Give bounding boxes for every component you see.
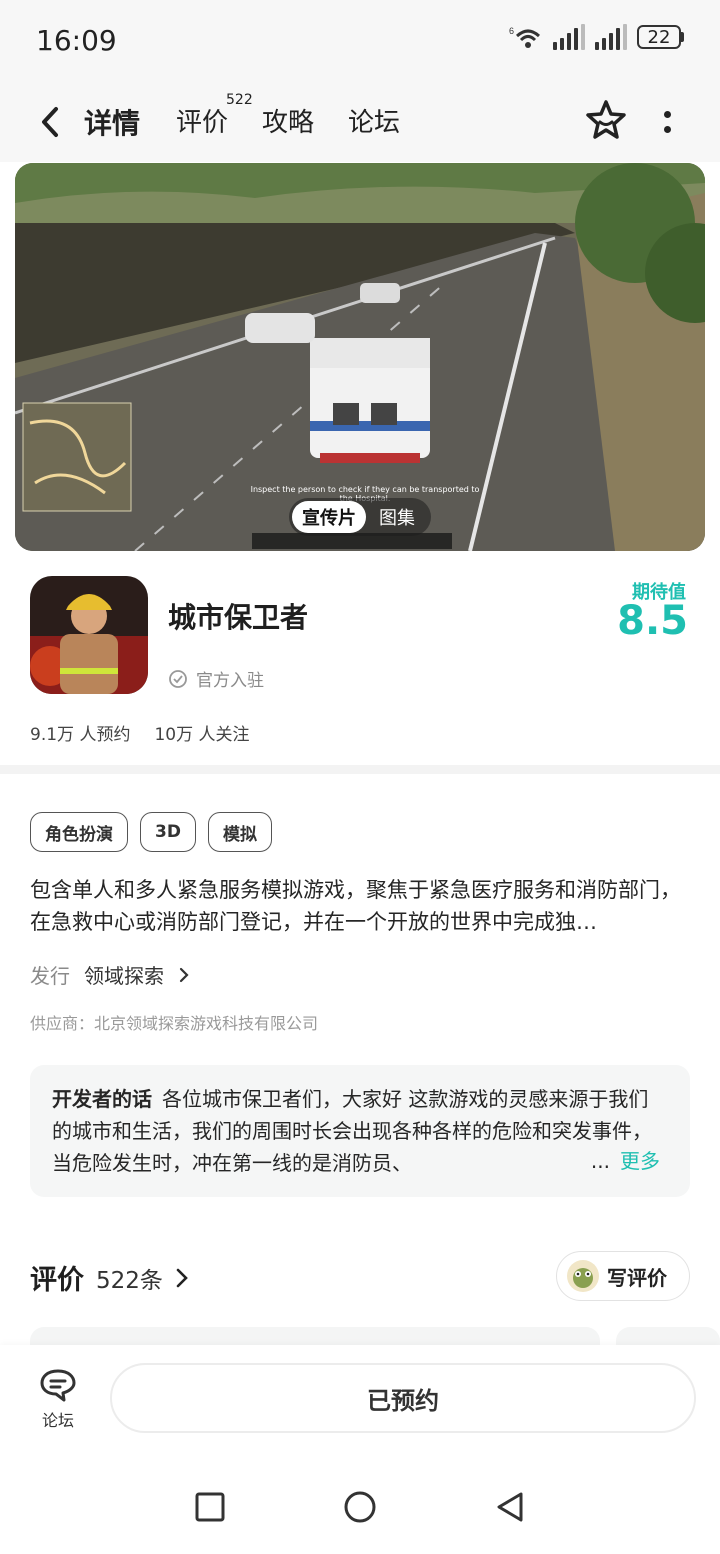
publisher-label: 发行 bbox=[30, 964, 70, 988]
bottom-action-bar: 论坛 已预约 bbox=[0, 1345, 720, 1455]
official-badge: 官方入驻 bbox=[168, 666, 264, 691]
write-review-button[interactable]: 写评价 bbox=[556, 1251, 690, 1301]
signal-icon-2 bbox=[595, 24, 627, 50]
favorite-button[interactable] bbox=[584, 98, 628, 142]
tab-details[interactable]: 详情 bbox=[82, 102, 143, 142]
developer-note-ellipsis: ... bbox=[584, 1145, 610, 1177]
reviews-count: 522条 bbox=[96, 1267, 163, 1294]
reservation-count: 9.1万 人预约 bbox=[30, 725, 131, 745]
tab-forum[interactable]: 论坛 bbox=[348, 102, 400, 139]
app-title: 城市保卫者 bbox=[168, 601, 309, 634]
publisher-link[interactable]: 发行 领域探索 bbox=[30, 960, 190, 989]
tab-guides[interactable]: 攻略 bbox=[262, 102, 314, 139]
system-nav-bar bbox=[0, 1455, 720, 1554]
forum-label: 论坛 bbox=[41, 1411, 74, 1430]
section-divider bbox=[0, 765, 720, 774]
reserved-button[interactable]: 已预约 bbox=[110, 1363, 696, 1433]
status-bar: 16:09 6 22 bbox=[0, 0, 720, 84]
back-button[interactable] bbox=[30, 102, 70, 142]
top-nav: 详情 评价 522 攻略 论坛 bbox=[0, 84, 720, 162]
square-icon bbox=[195, 1492, 225, 1522]
tag-list: 角色扮演 3D 模拟 bbox=[30, 812, 272, 852]
tab-reviews[interactable]: 评价 bbox=[176, 102, 228, 139]
media-toggle: 宣传片 图集 bbox=[289, 498, 431, 536]
game-description[interactable]: 包含单人和多人紧急服务模拟游戏，聚焦于紧急医疗服务和消防部门，在急救中心或消防部… bbox=[30, 874, 690, 938]
forum-button[interactable]: 论坛 bbox=[30, 1367, 86, 1431]
status-time: 16:09 bbox=[36, 24, 117, 57]
chevron-right-icon bbox=[179, 967, 189, 982]
app-stats: 9.1万 人预约 10万 人关注 bbox=[30, 720, 250, 745]
home-button[interactable] bbox=[340, 1487, 380, 1527]
tag-rpg[interactable]: 角色扮演 bbox=[30, 812, 128, 852]
more-options-button[interactable] bbox=[652, 102, 682, 142]
tag-3d[interactable]: 3D bbox=[140, 812, 196, 852]
more-dot-icon bbox=[663, 126, 671, 133]
gallery-tab[interactable]: 图集 bbox=[366, 501, 428, 533]
app-icon bbox=[30, 576, 148, 694]
wifi-icon: 6 bbox=[509, 26, 541, 48]
follower-count: 10万 人关注 bbox=[154, 725, 250, 745]
developer-note[interactable]: 开发者的话 各位城市保卫者们，大家好 这款游戏的灵感来源于我们的城市和生活，我们的… bbox=[30, 1065, 690, 1197]
frog-avatar-icon bbox=[573, 1268, 593, 1288]
developer-note-more[interactable]: 更多 bbox=[620, 1145, 660, 1177]
system-back-button[interactable] bbox=[490, 1487, 530, 1527]
write-review-label: 写评价 bbox=[607, 1265, 667, 1290]
publisher-name: 领域探索 bbox=[84, 964, 164, 988]
promo-video[interactable]: Inspect the person to check if they can … bbox=[15, 163, 705, 551]
svg-text:6: 6 bbox=[509, 26, 514, 36]
chevron-right-icon bbox=[176, 1268, 188, 1287]
battery-level: 22 bbox=[637, 25, 681, 49]
developer-note-label: 开发者的话 bbox=[52, 1087, 152, 1111]
chevron-left-icon bbox=[42, 107, 58, 137]
triangle-back-icon bbox=[497, 1492, 523, 1522]
expect-score: 8.5 bbox=[617, 598, 688, 644]
circle-icon bbox=[344, 1491, 376, 1523]
status-icons: 6 22 bbox=[509, 24, 684, 50]
supplier-info: 供应商：北京领域探索游戏科技有限公司 bbox=[30, 1014, 319, 1033]
review-count-badge: 522 bbox=[226, 92, 253, 108]
user-avatar bbox=[567, 1260, 599, 1292]
battery-icon: 22 bbox=[637, 25, 684, 49]
chat-bubble-icon bbox=[40, 1369, 76, 1402]
check-circle-icon bbox=[169, 669, 187, 688]
firefighter-app-icon bbox=[30, 576, 148, 694]
tag-simulation[interactable]: 模拟 bbox=[207, 812, 272, 852]
reviews-header[interactable]: 评价 522条 bbox=[30, 1258, 189, 1297]
more-dot-icon bbox=[663, 111, 671, 118]
recent-apps-button[interactable] bbox=[190, 1487, 230, 1527]
reviews-title: 评价 bbox=[30, 1265, 84, 1296]
official-label: 官方入驻 bbox=[196, 671, 264, 691]
star-icon bbox=[586, 100, 626, 139]
promo-video-tab[interactable]: 宣传片 bbox=[292, 501, 366, 533]
signal-icon bbox=[553, 24, 585, 50]
